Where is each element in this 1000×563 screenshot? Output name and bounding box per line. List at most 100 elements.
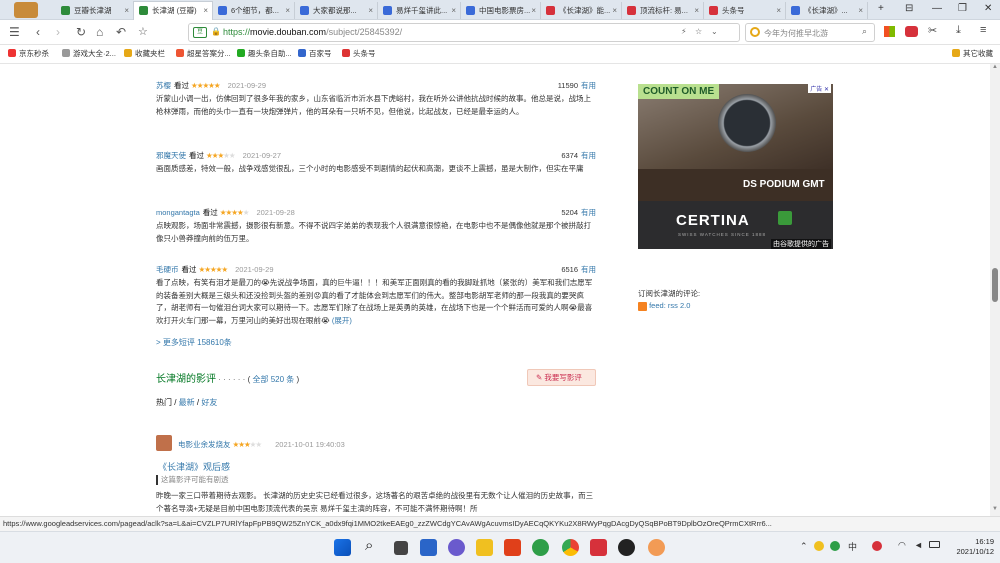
reload-icon[interactable]: ↻	[76, 25, 86, 39]
tab-4[interactable]: 易烊千玺讲此... ×	[378, 2, 461, 19]
new-tab-icon[interactable]: +	[878, 3, 884, 14]
scroll-up-icon[interactable]: ▲	[992, 64, 998, 70]
close-icon[interactable]: ×	[203, 2, 208, 19]
close-window-icon[interactable]: ✕	[984, 3, 992, 14]
start-icon[interactable]	[334, 539, 351, 556]
tab-1[interactable]: 长津湖 (豆瓣) ×	[133, 1, 213, 20]
battery-icon[interactable]	[929, 541, 940, 548]
tab-8[interactable]: 头条号 ×	[704, 2, 786, 19]
reviewer-name-link[interactable]: 电影业余发烧友	[178, 440, 231, 449]
close-icon[interactable]: ×	[776, 2, 781, 19]
home-icon[interactable]: ⌂	[96, 25, 103, 39]
apps-icon[interactable]	[884, 26, 895, 37]
chat-icon[interactable]	[448, 539, 465, 556]
close-icon[interactable]: ×	[694, 2, 699, 19]
download-icon[interactable]: ⤓	[956, 24, 961, 37]
browser-avatar-icon[interactable]	[648, 539, 665, 556]
sidebar-toggle-icon[interactable]: ☰	[9, 25, 20, 39]
chrome-icon[interactable]	[562, 539, 579, 556]
close-icon[interactable]: ×	[612, 2, 617, 19]
game-icon[interactable]	[905, 26, 918, 37]
user-avatar[interactable]	[14, 2, 38, 18]
scrollbar[interactable]: ▲ ▼	[990, 64, 1000, 516]
maximize-icon[interactable]: ❐	[958, 3, 967, 14]
widgets-icon[interactable]	[420, 539, 437, 556]
tray-app-icon[interactable]	[814, 541, 824, 551]
comment-user-link[interactable]: mongantagta	[156, 208, 200, 217]
useful-button[interactable]: 有用	[581, 265, 596, 274]
filter-latest[interactable]: 最新	[179, 398, 195, 407]
tray-wechat-icon[interactable]	[830, 541, 840, 551]
office-icon[interactable]	[504, 539, 521, 556]
close-icon[interactable]: ×	[858, 2, 863, 19]
review-title-link[interactable]: 《长津湖》观后感	[158, 460, 230, 473]
useful-button[interactable]: 有用	[581, 81, 596, 90]
tab-6[interactable]: 《长津湖》能... ×	[541, 2, 622, 19]
wifi-icon[interactable]: ◠	[898, 540, 906, 551]
close-icon[interactable]: ×	[285, 2, 290, 19]
tab-list-icon[interactable]: ⊟	[905, 3, 913, 14]
bookmark-item[interactable]: 头条号	[342, 48, 376, 59]
ie-browser-icon[interactable]	[532, 539, 549, 556]
close-icon[interactable]: ×	[451, 2, 456, 19]
chevron-up-icon[interactable]: ⌃	[800, 541, 808, 552]
scroll-down-icon[interactable]: ▼	[992, 506, 998, 512]
rss-feed[interactable]: feed: rss 2.0	[638, 301, 690, 311]
reviewer-avatar[interactable]	[156, 435, 172, 451]
wps-icon[interactable]	[590, 539, 607, 556]
more-short-comments-link[interactable]: > 更多短评 158610条	[156, 337, 232, 348]
tab-9[interactable]: 《长津湖》... ×	[786, 2, 868, 19]
advertisement[interactable]: COUNT ON ME 广告 ✕ DS PODIUM GMT CERTINA S…	[638, 84, 833, 249]
close-icon[interactable]: ×	[531, 2, 536, 19]
comment-user-link[interactable]: 苏樱	[156, 81, 171, 90]
search-icon[interactable]: ⌕	[862, 26, 867, 37]
volume-icon[interactable]: ◄	[914, 540, 923, 550]
bookmark-item[interactable]: 超星答案分...	[176, 48, 231, 59]
tray-security-icon[interactable]	[872, 541, 882, 551]
tab-5[interactable]: 中国电影票房... ×	[461, 2, 541, 19]
bookmark-item[interactable]: 趣头条自助...	[237, 48, 292, 59]
comment-user-link[interactable]: 毛硬币	[156, 265, 179, 274]
tab-7[interactable]: 顶流标杆: 易... ×	[622, 2, 704, 19]
ad-badge[interactable]: 广告 ✕	[808, 84, 831, 93]
rss-link[interactable]: feed: rss 2.0	[649, 301, 690, 310]
qq-icon[interactable]	[618, 539, 635, 556]
forward-icon[interactable]: ›	[56, 25, 60, 39]
search-input[interactable]: 今年为何推早北游 ⌕	[745, 23, 875, 42]
file-explorer-icon[interactable]	[476, 539, 493, 556]
scissors-icon[interactable]: ✂	[928, 24, 937, 37]
tab-2[interactable]: 6个细节，都... ×	[213, 2, 295, 19]
minimize-icon[interactable]: —	[932, 3, 942, 14]
tab-3[interactable]: 大家都说那... ×	[295, 2, 378, 19]
bookmark-star-icon[interactable]: ☆	[695, 27, 702, 36]
comment-user-link[interactable]: 邪魔天使	[156, 151, 186, 160]
bookmark-item[interactable]: 收藏夹栏	[124, 48, 165, 59]
ad-provider[interactable]: 由谷歌提供的广告	[771, 239, 831, 249]
secure-site-icon[interactable]: 豆	[193, 27, 207, 38]
chevron-down-icon[interactable]: ⌄	[711, 27, 718, 36]
all-reviews-link[interactable]: 全部 520 条	[252, 375, 294, 384]
clock[interactable]: 16:19 2021/10/12	[948, 537, 994, 557]
other-bookmarks[interactable]: 其它收藏	[952, 48, 993, 59]
search-icon[interactable]: ⌕	[365, 537, 373, 554]
useful-button[interactable]: 有用	[581, 208, 596, 217]
lightning-icon[interactable]: ⚡	[681, 27, 687, 36]
url-input[interactable]: 豆 🔒 https://movie.douban.com/subject/258…	[188, 23, 740, 42]
scrollbar-thumb[interactable]	[992, 268, 998, 302]
close-icon[interactable]: ✕	[824, 87, 829, 93]
star-icon[interactable]: ☆	[138, 25, 148, 38]
close-icon[interactable]: ×	[368, 2, 373, 19]
bookmark-item[interactable]: 京东秒杀	[8, 48, 49, 59]
filter-friends[interactable]: 好友	[201, 398, 217, 407]
task-view-icon[interactable]	[394, 541, 408, 555]
input-language[interactable]: 中	[848, 540, 857, 553]
expand-link[interactable]: (展开)	[332, 316, 352, 325]
undo-icon[interactable]: ↶	[116, 25, 126, 39]
back-icon[interactable]: ‹	[36, 25, 40, 39]
useful-button[interactable]: 有用	[581, 151, 596, 160]
bookmark-item[interactable]: 百家号	[298, 48, 332, 59]
write-review-button[interactable]: ✎ 我要写影评	[527, 369, 596, 386]
tab-0[interactable]: 豆瓣长津湖 ×	[56, 2, 134, 19]
filter-hot[interactable]: 热门	[156, 398, 172, 407]
bookmark-item[interactable]: 游戏大全·2...	[62, 48, 116, 59]
